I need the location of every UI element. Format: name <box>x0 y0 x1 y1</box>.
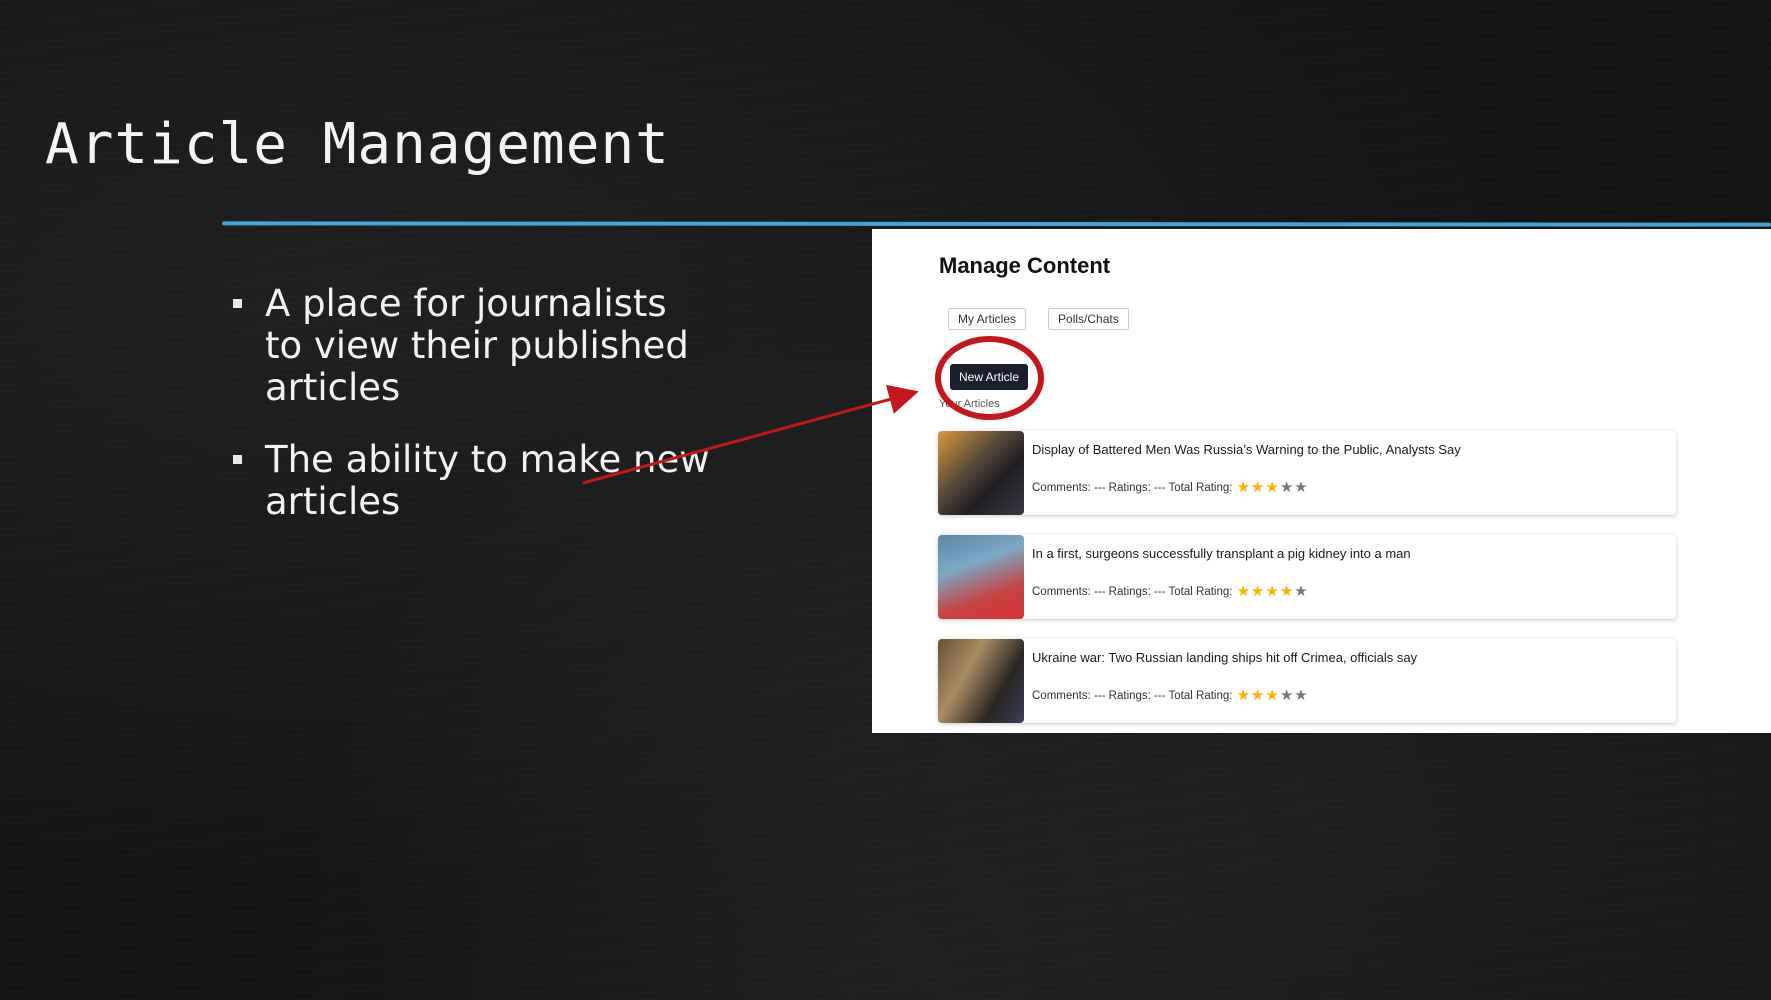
pointer-arrow <box>582 384 919 485</box>
arrow-line-icon <box>582 384 919 485</box>
